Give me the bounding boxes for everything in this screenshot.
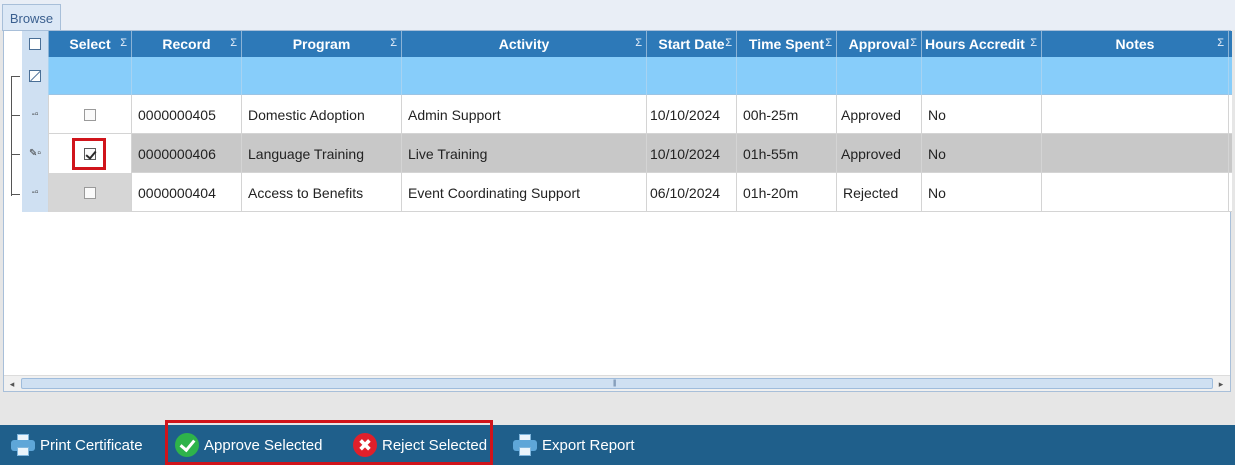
cell-time-spent[interactable]: 01h-20m — [737, 173, 837, 212]
data-grid: Select Σ Record Σ Program Σ Activity Σ Start… — [22, 31, 1232, 212]
tab-browse[interactable]: Browse — [2, 4, 61, 31]
row-indicator[interactable]: -▫ — [22, 95, 49, 134]
row-indicator[interactable]: -▫ — [22, 173, 49, 212]
column-header-record[interactable]: Record Σ — [132, 31, 242, 57]
clear-filter-icon[interactable] — [22, 57, 49, 95]
export-report-button[interactable]: Export Report — [513, 425, 635, 465]
table-row[interactable]: ✎ ▫ 0000000406 Language Training Live Tra… — [22, 134, 1232, 173]
filter-select[interactable] — [49, 57, 132, 95]
grid-panel: Select Σ Record Σ Program Σ Activity Σ Start… — [3, 30, 1232, 392]
cell-record[interactable]: 0000000406 — [132, 134, 242, 173]
filter-approval[interactable] — [837, 57, 922, 95]
cell-activity[interactable]: Admin Support — [402, 95, 647, 134]
column-header-time-spent[interactable]: Time Spent Σ — [737, 31, 837, 57]
cell-notes[interactable] — [1042, 134, 1229, 173]
column-header-start-date[interactable]: Start Date Σ — [647, 31, 737, 57]
column-header-activity[interactable]: Activity Σ — [402, 31, 647, 57]
tab-strip: Browse — [0, 0, 1235, 31]
tree-lines — [4, 31, 22, 375]
highlight-approve-reject — [165, 420, 493, 465]
cell-start-date[interactable]: 06/10/2024 — [647, 173, 737, 212]
filter-record[interactable] — [132, 57, 242, 95]
cell-time-spent[interactable]: 01h-55m — [737, 134, 837, 173]
filter-hours-accredited[interactable] — [922, 57, 1042, 95]
cell-time-spent[interactable]: 00h-25m — [737, 95, 837, 134]
cell-start-date[interactable]: 10/10/2024 — [647, 95, 737, 134]
print-certificate-label: Print Certificate — [40, 436, 143, 454]
filter-row[interactable] — [22, 57, 1232, 95]
cell-activity[interactable]: Event Coordinating Support — [402, 173, 647, 212]
column-header-notes[interactable]: Notes Σ — [1042, 31, 1229, 57]
cell-notes[interactable] — [1042, 95, 1229, 134]
filter-time-spent[interactable] — [737, 57, 837, 95]
cell-approval[interactable]: Approved — [837, 134, 922, 173]
export-report-label: Export Report — [542, 436, 635, 454]
cell-record[interactable]: 0000000405 — [132, 95, 242, 134]
cell-approval[interactable]: Rejected — [837, 173, 922, 212]
column-header-hours-accredited[interactable]: Hours Accredit Σ — [922, 31, 1042, 57]
table-row[interactable]: -▫ 0000000404 Access to Benefits Event C… — [22, 173, 1232, 212]
filter-activity[interactable] — [402, 57, 647, 95]
grip-icon: ||| — [613, 380, 617, 387]
column-header-program[interactable]: Program Σ — [242, 31, 402, 57]
filter-start-date[interactable] — [647, 57, 737, 95]
cell-record[interactable]: 0000000404 — [132, 173, 242, 212]
scroll-right-icon[interactable]: ▸ — [1214, 378, 1228, 390]
table-row[interactable]: -▫ 0000000405 Domestic Adoption Admin Su… — [22, 95, 1232, 134]
printer-icon — [513, 433, 537, 457]
pencil-icon: ✎ — [29, 148, 38, 159]
column-chooser-icon[interactable] — [22, 31, 49, 57]
cell-program[interactable]: Access to Benefits — [242, 173, 402, 212]
cell-program[interactable]: Language Training — [242, 134, 402, 173]
cell-hours-accredited[interactable]: No — [922, 173, 1042, 212]
print-certificate-button[interactable]: Print Certificate — [11, 425, 143, 465]
horizontal-scrollbar[interactable]: ◂ ||| ▸ — [4, 375, 1230, 391]
cell-program[interactable]: Domestic Adoption — [242, 95, 402, 134]
column-header-approval[interactable]: Approval Σ — [837, 31, 922, 57]
cell-activity[interactable]: Live Training — [402, 134, 647, 173]
scrollbar-thumb[interactable]: ||| — [21, 378, 1213, 389]
row-indicator-editing[interactable]: ✎ ▫ — [22, 134, 49, 173]
scroll-left-icon[interactable]: ◂ — [5, 378, 19, 390]
highlight-selected-checkbox — [72, 138, 106, 170]
cell-approval[interactable]: Approved — [837, 95, 922, 134]
cell-notes[interactable] — [1042, 173, 1229, 212]
cell-hours-accredited[interactable]: No — [922, 95, 1042, 134]
grid-header: Select Σ Record Σ Program Σ Activity Σ Start… — [22, 31, 1232, 57]
printer-icon — [11, 433, 35, 457]
column-header-select[interactable]: Select Σ — [49, 31, 132, 57]
row-select-checkbox[interactable] — [49, 173, 132, 212]
row-select-checkbox[interactable] — [49, 95, 132, 134]
cell-start-date[interactable]: 10/10/2024 — [647, 134, 737, 173]
filter-program[interactable] — [242, 57, 402, 95]
filter-notes[interactable] — [1042, 57, 1229, 95]
cell-hours-accredited[interactable]: No — [922, 134, 1042, 173]
